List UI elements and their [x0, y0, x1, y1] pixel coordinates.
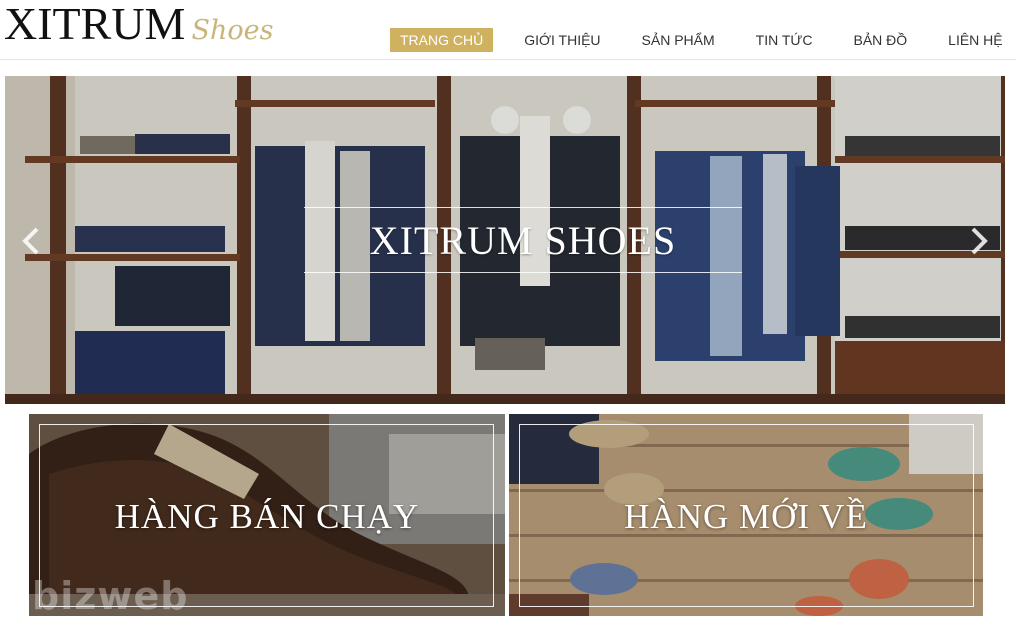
hero-title: XITRUM SHOES [369, 217, 677, 263]
slider-prev-button[interactable] [17, 226, 47, 256]
nav-item-map[interactable]: BẢN ĐỒ [843, 28, 917, 52]
nav-item-contact[interactable]: LIÊN HỆ [938, 28, 1012, 52]
nav-item-about[interactable]: GIỚI THIỆU [514, 28, 610, 52]
hero-slider[interactable]: XITRUM SHOES [5, 76, 1005, 404]
banner-label-best-sellers: HÀNG BÁN CHẠY [114, 497, 420, 536]
chevron-right-icon [971, 227, 988, 255]
site-header: XITRUM Shoes TRANG CHỦ GIỚI THIỆU SẢN PH… [0, 0, 1016, 60]
logo-tagline: Shoes [191, 15, 274, 46]
nav-item-products[interactable]: SẢN PHẨM [632, 28, 725, 52]
hero-title-frame: XITRUM SHOES [304, 207, 742, 273]
chevron-left-icon [22, 227, 39, 255]
main-nav: TRANG CHỦ GIỚI THIỆU SẢN PHẨM TIN TỨC BẢ… [390, 28, 1016, 52]
banner-new-arrivals[interactable]: HÀNG MỚI VỀ [509, 414, 983, 616]
nav-item-home[interactable]: TRANG CHỦ [390, 28, 494, 52]
watermark-logo: bizweb [32, 574, 189, 618]
logo-wordmark: XITRUM [4, 0, 186, 49]
nav-item-news[interactable]: TIN TỨC [746, 28, 823, 52]
slider-next-button[interactable] [963, 226, 993, 256]
banner-label-new-arrivals: HÀNG MỚI VỀ [624, 497, 868, 536]
site-logo[interactable]: XITRUM Shoes [4, 0, 273, 52]
